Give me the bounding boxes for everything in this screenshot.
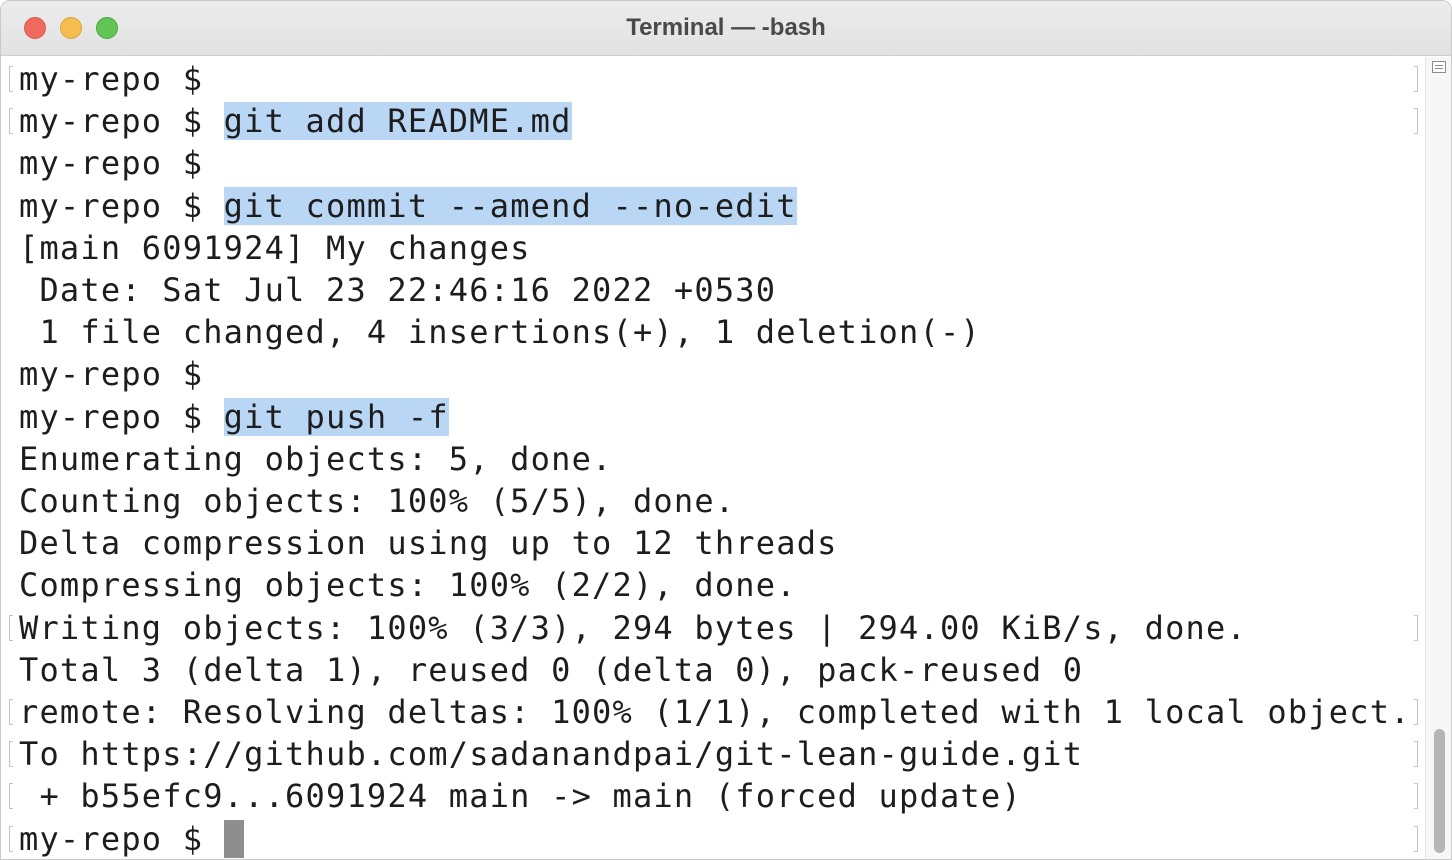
scroll-menu-icon[interactable] bbox=[1432, 61, 1446, 73]
terminal-window: Terminal — -bash my-repo $ my-repo $ git… bbox=[0, 0, 1452, 860]
output-line: To https://github.com/sadanandpai/git-le… bbox=[19, 735, 1084, 774]
shell-prompt: my-repo $ bbox=[19, 186, 204, 225]
output-line: Date: Sat Jul 23 22:46:16 2022 +0530 bbox=[19, 271, 777, 309]
line-mark-left bbox=[9, 783, 13, 810]
line-mark-left bbox=[9, 108, 13, 135]
text-cursor bbox=[223, 819, 244, 858]
vertical-scrollbar[interactable] bbox=[1425, 57, 1451, 859]
output-line: Counting objects: 100% (5/5), done. bbox=[19, 482, 736, 520]
highlighted-command: git commit --amend --no-edit bbox=[223, 186, 797, 225]
line-mark-right bbox=[1414, 783, 1418, 810]
output-line: 1 file changed, 4 insertions(+), 1 delet… bbox=[19, 313, 981, 352]
line-mark-right bbox=[1414, 699, 1418, 725]
shell-prompt: my-repo $ bbox=[19, 60, 204, 98]
prompt-line: my-repo $ bbox=[19, 354, 224, 394]
line-mark-right bbox=[1414, 108, 1418, 135]
shell-prompt: my-repo $ bbox=[19, 355, 204, 394]
scroll-thumb[interactable] bbox=[1434, 729, 1445, 853]
line-mark-left bbox=[9, 66, 13, 92]
line-mark-left bbox=[9, 825, 13, 852]
terminal-output[interactable]: my-repo $ my-repo $ git add README.md my-… bbox=[1, 57, 1425, 859]
shell-prompt: my-repo $ bbox=[19, 819, 204, 858]
output-line: Compressing objects: 100% (2/2), done. bbox=[19, 566, 797, 605]
shell-prompt: my-repo $ bbox=[19, 397, 204, 436]
line-mark-left bbox=[9, 699, 13, 725]
output-line: Total 3 (delta 1), reused 0 (delta 0), p… bbox=[19, 650, 1084, 689]
prompt-line: my-repo $ git push -f bbox=[19, 397, 449, 437]
output-line: [main 6091924] My changes bbox=[19, 228, 531, 267]
line-mark-left bbox=[9, 614, 13, 641]
prompt-line: my-repo $ bbox=[19, 819, 244, 859]
title-bar[interactable]: Terminal — -bash bbox=[1, 1, 1451, 56]
prompt-line: my-repo $ bbox=[19, 143, 224, 183]
shell-prompt: my-repo $ bbox=[19, 102, 204, 141]
line-mark-right bbox=[1414, 825, 1418, 852]
line-mark-right bbox=[1414, 741, 1418, 768]
line-mark-right bbox=[1414, 66, 1418, 92]
highlighted-command: git push -f bbox=[223, 397, 449, 436]
output-line: Enumerating objects: 5, done. bbox=[19, 439, 613, 478]
output-line: remote: Resolving deltas: 100% (1/1), co… bbox=[19, 693, 1411, 731]
line-mark-left bbox=[9, 741, 13, 768]
output-line: + b55efc9...6091924 main -> main (forced… bbox=[19, 777, 1022, 816]
output-line: Writing objects: 100% (3/3), 294 bytes |… bbox=[19, 608, 1247, 647]
highlighted-command: git add README.md bbox=[223, 102, 572, 141]
prompt-line: my-repo $ bbox=[19, 59, 224, 99]
output-line: Delta compression using up to 12 threads bbox=[19, 524, 838, 563]
window-title: Terminal — -bash bbox=[626, 14, 826, 41]
prompt-line: my-repo $ git commit --amend --no-edit bbox=[19, 186, 797, 226]
prompt-line: my-repo $ git add README.md bbox=[19, 101, 572, 141]
line-mark-right bbox=[1414, 614, 1418, 641]
shell-prompt: my-repo $ bbox=[19, 144, 204, 183]
